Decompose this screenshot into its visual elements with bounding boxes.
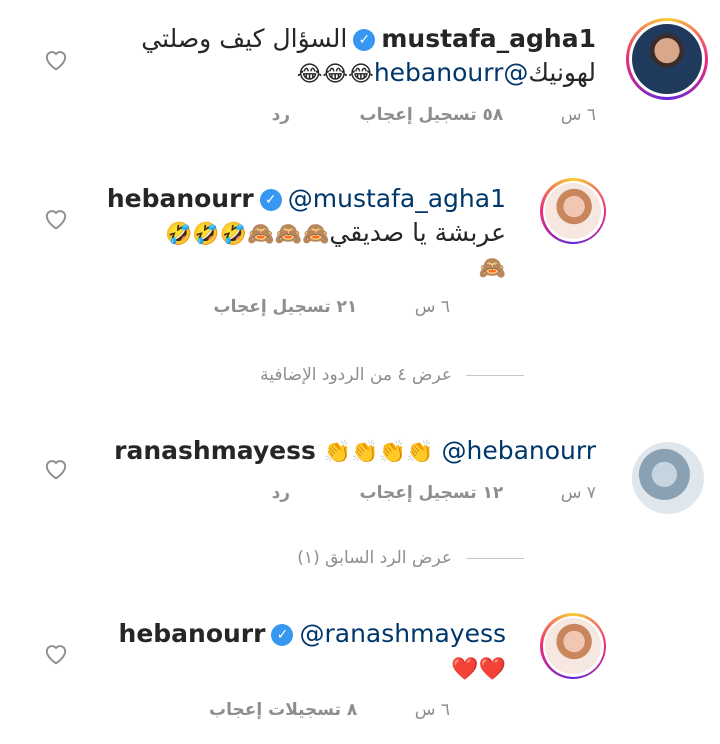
comment-4-meta: ٦ س ٨ تسجيلات إعجاب [209,698,450,722]
comment-2-line-3: 🙈 [479,250,506,286]
comment-2-line-1: hebanourr ✓ @mustafa_agha1 [107,182,506,216]
comment-username[interactable]: hebanourr [107,184,254,213]
verified-badge-icon: ✓ [271,624,294,646]
comment-4-line-2: ❤️❤️ [451,651,506,687]
comment-2: hebanourr ✓ @mustafa_agha1 عربشة يا صديقي🙈… [0,170,720,330]
comment-1-line-2: لهونيك@hebanourr😂😂😂 [297,56,596,92]
comment-1-line-1: mustafa_agha1✓السؤال كيف وصلتي [141,22,596,56]
likes-count[interactable]: ٨ تسجيلات إعجاب [209,698,357,722]
reply-button[interactable]: رد [272,481,291,505]
heart-outline-icon [45,210,67,230]
timestamp: ٦ س [414,297,450,317]
comment-3-line-1: ranashmayess 👏👏👏👏 @hebanourr [114,434,596,470]
likes-count[interactable]: ٢١ تسجيل إعجاب [213,295,357,319]
mention-link[interactable]: @hebanourr [441,436,596,465]
heart-outline-icon [45,460,67,480]
avatar-hebanourr[interactable] [540,178,606,244]
mention-link[interactable]: @mustafa_agha1 [288,184,506,213]
like-button[interactable] [42,639,70,667]
comment-2-line-2: عربشة يا صديقي🙈🙈🙈🤣🤣🤣 [165,216,506,252]
comment-4-line-1: hebanourr ✓ @ranashmayess [119,617,506,651]
view-more-replies-label: عرض ٤ من الردود الإضافية [260,365,452,385]
emoji-text: 🙈 [478,256,506,281]
emoji-text: 😂😂😂 [296,62,374,87]
comment-1-meta: ٦ س ٥٨ تسجيل إعجاب رد [272,103,596,127]
timestamp: ٧ س [560,483,596,503]
comment-username[interactable]: hebanourr [119,619,266,648]
heart-outline-icon [45,645,67,665]
like-button[interactable] [42,204,70,232]
view-previous-reply-button[interactable]: عرض الرد السابق (١) [297,548,524,568]
emoji-text: 🙈🙈🙈🤣🤣🤣 [165,222,330,247]
like-button[interactable] [42,45,70,73]
likes-count[interactable]: ٥٨ تسجيل إعجاب [359,103,503,127]
comment-text: السؤال كيف وصلتي [141,24,348,53]
comment-2-meta: ٦ س ٢١ تسجيل إعجاب [213,295,450,319]
mention-link[interactable]: @ranashmayess [299,619,506,648]
avatar-ranashmayess[interactable] [632,442,704,514]
comment-1: mustafa_agha1✓السؤال كيف وصلتي لهونيك@he… [0,0,720,150]
heart-outline-icon [45,51,67,71]
comment-text: عربشة يا صديقي [329,218,506,247]
comment-3-meta: ٧ س ١٢ تسجيل إعجاب رد [272,481,596,505]
avatar-hebanourr[interactable] [540,613,606,679]
comment-username[interactable]: mustafa_agha1 [381,24,596,53]
emoji-text: ❤️❤️ [451,657,506,682]
verified-badge-icon: ✓ [259,189,282,211]
comment-text-tail: لهونيك [528,58,596,87]
view-more-replies-button[interactable]: عرض ٤ من الردود الإضافية [260,365,524,385]
like-button[interactable] [42,454,70,482]
verified-badge-icon: ✓ [353,29,376,51]
comment-3: ranashmayess 👏👏👏👏 @hebanourr ٧ س ١٢ تسجيل … [0,420,720,520]
divider-dash [466,557,524,559]
timestamp: ٦ س [414,700,450,720]
view-previous-reply-label: عرض الرد السابق (١) [297,548,452,568]
emoji-text: 👏👏👏👏 [323,440,434,465]
comment-username[interactable]: ranashmayess [114,436,316,465]
avatar-mustafa[interactable] [626,18,708,100]
divider-dash [466,374,524,376]
mention-link[interactable]: @hebanourr [374,58,529,87]
comment-4: hebanourr ✓ @ranashmayess ❤️❤️ ٦ س ٨ تسجيل… [0,605,720,744]
timestamp: ٦ س [560,105,596,125]
likes-count[interactable]: ١٢ تسجيل إعجاب [359,481,503,505]
reply-button[interactable]: رد [272,103,291,127]
